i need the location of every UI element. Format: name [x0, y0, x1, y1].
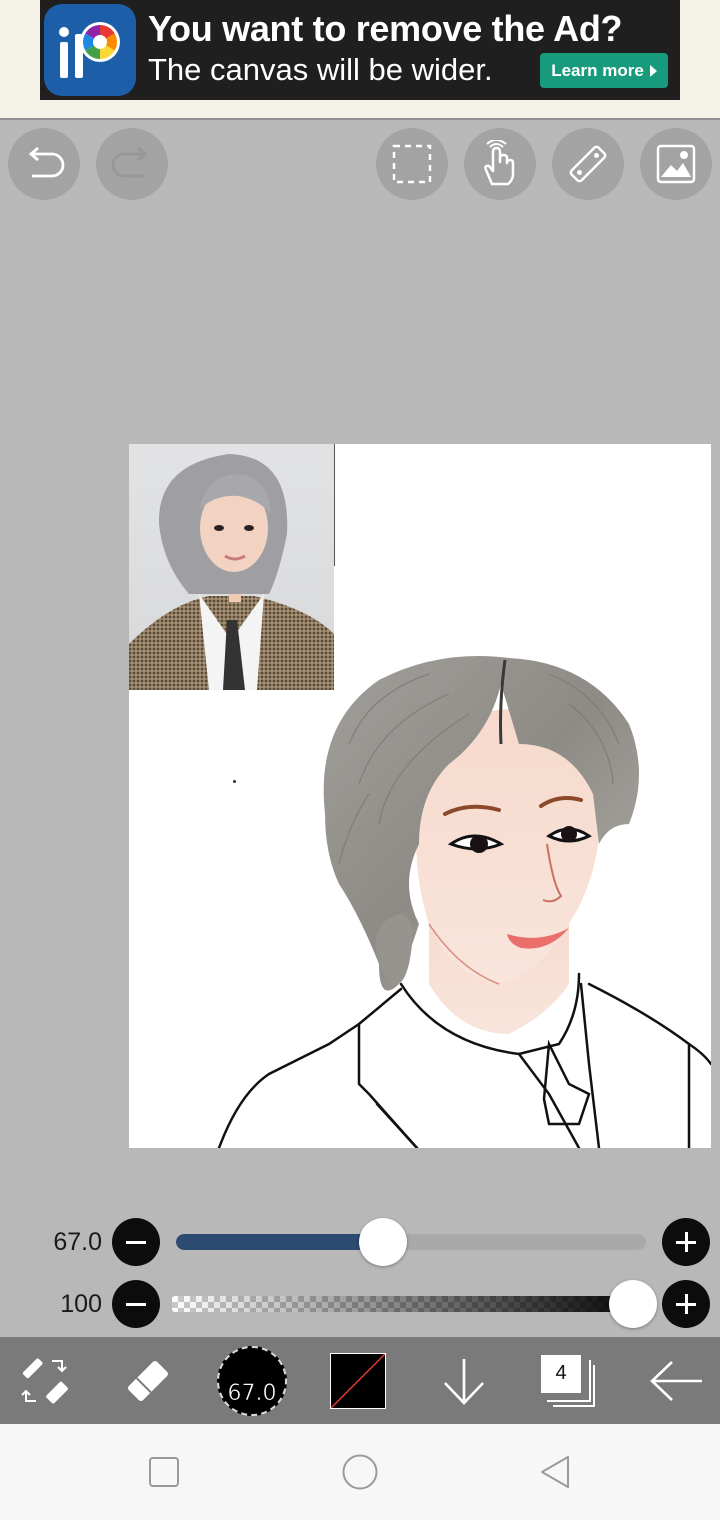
learn-more-label: Learn more: [551, 60, 644, 80]
opacity-thumb[interactable]: [609, 1280, 657, 1328]
eraser-button[interactable]: [112, 1337, 184, 1424]
brush-size-slider[interactable]: [176, 1234, 646, 1250]
selection-button[interactable]: [376, 128, 448, 200]
drawing-canvas[interactable]: [129, 444, 711, 1148]
opacity-slider[interactable]: [172, 1296, 650, 1312]
ad-subtitle: The canvas will be wider.: [148, 52, 493, 87]
app-logo-icon: [44, 4, 136, 96]
ruler-icon: [569, 145, 607, 183]
undo-icon: [28, 146, 65, 178]
brush-size-value: 67.0: [53, 1228, 102, 1256]
system-nav-bar: [0, 1424, 720, 1520]
add-image-button[interactable]: [640, 128, 712, 200]
bottom-toolbar: 67.0 4: [0, 1337, 720, 1424]
redo-icon: [111, 146, 148, 178]
layers-count: 4: [555, 1362, 567, 1384]
size-increase-button[interactable]: [662, 1218, 710, 1266]
back-nav-button[interactable]: [538, 1454, 572, 1495]
brush-size-button[interactable]: 67.0: [215, 1337, 289, 1424]
play-arrow-icon: [649, 64, 657, 77]
minus-icon: [126, 1302, 146, 1306]
brush-preview: 67.0: [217, 1345, 287, 1416]
ad-banner[interactable]: You want to remove the Ad? The canvas wi…: [40, 0, 680, 100]
hand-tool-button[interactable]: [464, 128, 536, 200]
brush-size-fill: [176, 1234, 383, 1250]
brush-size-text: 67.0: [227, 1380, 277, 1406]
circle-icon: [342, 1454, 378, 1490]
tool-swap-button[interactable]: [8, 1337, 80, 1424]
hand-icon: [484, 140, 515, 186]
eraser-icon: [128, 1360, 168, 1401]
redo-button[interactable]: [96, 128, 168, 200]
square-icon: [149, 1457, 179, 1487]
ad-area: You want to remove the Ad? The canvas wi…: [0, 0, 720, 120]
image-icon: [656, 144, 696, 184]
arrow-left-icon: [650, 1360, 702, 1401]
arrow-down-icon: [444, 1358, 484, 1405]
opacity-increase-button[interactable]: [662, 1280, 710, 1328]
undo-button[interactable]: [8, 128, 80, 200]
recent-apps-button[interactable]: [148, 1456, 180, 1493]
ad-title: You want to remove the Ad?: [148, 8, 623, 49]
opacity-value: 100: [60, 1290, 102, 1318]
brush-eraser-swap-icon: [21, 1358, 68, 1403]
size-decrease-button[interactable]: [112, 1218, 160, 1266]
opacity-decrease-button[interactable]: [112, 1280, 160, 1328]
learn-more-button[interactable]: Learn more: [540, 53, 668, 88]
current-color-swatch: [330, 1352, 386, 1409]
color-button[interactable]: [326, 1337, 390, 1424]
illustration: [217, 655, 711, 1148]
brush-size-thumb[interactable]: [358, 1218, 407, 1266]
ruler-button[interactable]: [552, 128, 624, 200]
triangle-back-icon: [541, 1456, 569, 1488]
home-button[interactable]: [341, 1453, 379, 1496]
selection-icon: [392, 144, 432, 184]
layers-icon: 4: [541, 1354, 595, 1407]
back-button[interactable]: [640, 1337, 712, 1424]
layer-down-button[interactable]: [428, 1337, 500, 1424]
layers-button[interactable]: 4: [532, 1337, 604, 1424]
minus-icon: [126, 1240, 146, 1244]
